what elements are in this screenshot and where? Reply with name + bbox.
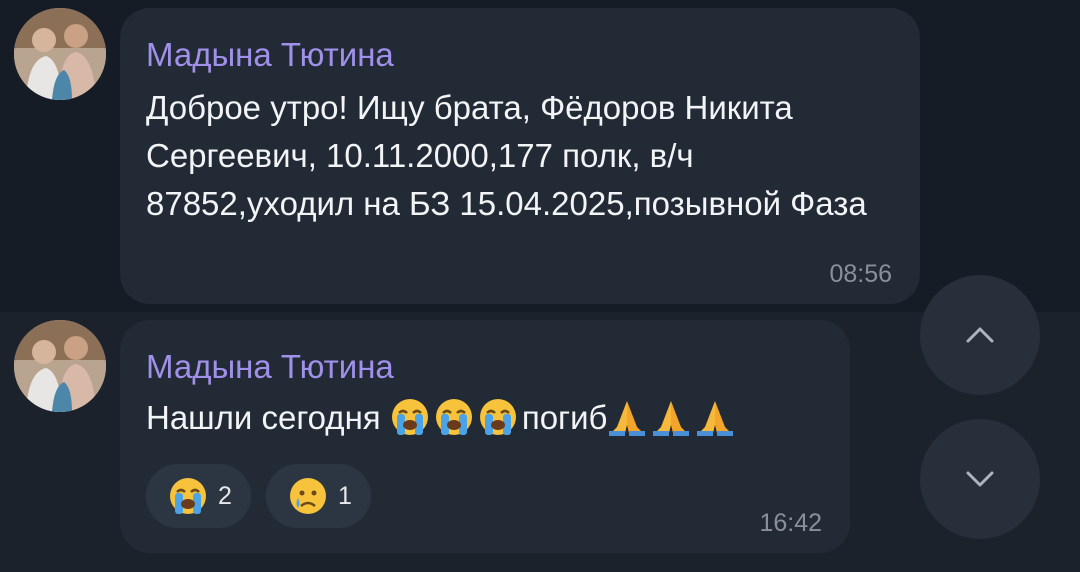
folded-hands-icon	[607, 397, 647, 437]
reaction-chip[interactable]: 1	[266, 464, 371, 528]
message-timestamp: 16:42	[759, 509, 822, 537]
sender-name[interactable]: Мадына Тютина	[146, 36, 394, 74]
message-bubble[interactable]: Мадына Тютина Доброе утро! Ищу брата, Фё…	[120, 8, 920, 304]
sender-avatar[interactable]	[14, 8, 106, 100]
loudly-crying-face-icon	[168, 476, 208, 516]
message-text-word: погиб	[521, 399, 608, 436]
chevron-down-icon	[965, 470, 995, 488]
message-timestamp: 08:56	[829, 260, 892, 288]
message-text: Нашли сегодня погиб	[146, 394, 739, 442]
message-bubble[interactable]: Мадына Тютина Нашли сегодня погиб 2 1 16…	[120, 320, 850, 553]
reaction-count: 1	[338, 481, 352, 510]
loudly-crying-face-icon	[434, 397, 474, 437]
loudly-crying-face-icon	[390, 397, 430, 437]
reaction-chip[interactable]: 2	[146, 464, 251, 528]
reaction-count: 2	[218, 481, 232, 510]
message-text: Доброе утро! Ищу брата, Фёдоров Никита С…	[146, 89, 867, 222]
message-text-main: Нашли сегодня	[146, 399, 390, 436]
loudly-crying-face-icon	[478, 397, 518, 437]
sender-avatar[interactable]	[14, 320, 106, 412]
chat-screen: Мадына Тютина Доброе утро! Ищу брата, Фё…	[0, 0, 1080, 572]
folded-hands-icon	[695, 397, 735, 437]
folded-hands-icon	[651, 397, 691, 437]
crying-face-icon	[288, 476, 328, 516]
sender-name[interactable]: Мадына Тютина	[146, 348, 394, 386]
scroll-down-button[interactable]	[920, 419, 1040, 539]
chevron-up-icon	[965, 326, 995, 344]
scroll-up-button[interactable]	[920, 275, 1040, 395]
